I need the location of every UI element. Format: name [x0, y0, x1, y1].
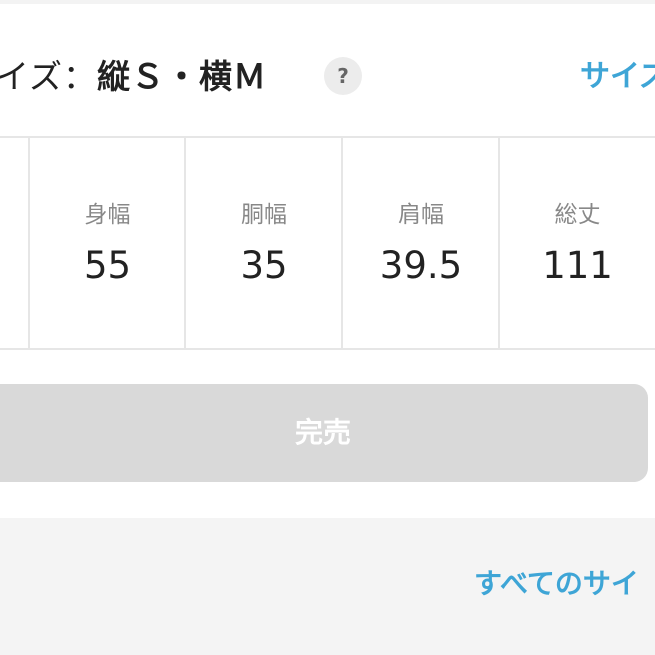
soldout-button[interactable]: 完売	[0, 384, 648, 482]
measurement-value: 35	[240, 244, 288, 287]
measurement-cell-partial	[0, 138, 28, 348]
size-value: 縦Ｓ・横Ｍ	[97, 57, 268, 96]
selected-size-heading: イズ：縦Ｓ・横Ｍ	[0, 52, 267, 102]
all-sizes-link[interactable]: すべてのサイ	[474, 562, 639, 606]
measurement-cell: 総丈 111	[498, 138, 655, 348]
measurement-value: 39.5	[379, 244, 463, 287]
measurement-name: 身幅	[84, 202, 131, 228]
measurement-name: 総丈	[554, 202, 601, 228]
measurement-table: 身幅 55 胴幅 35 肩幅 39.5 総丈 111	[0, 136, 655, 350]
size-label: イズ：	[0, 57, 98, 96]
measurement-name: 胴幅	[241, 202, 287, 228]
measurement-value: 55	[83, 244, 132, 287]
top-divider	[0, 0, 655, 4]
product-size-panel: イズ：縦Ｓ・横Ｍ ? サイズ 身幅 55 胴幅 35 肩幅 39.5 総丈 11…	[0, 0, 655, 655]
measurement-cell: 肩幅 39.5	[341, 138, 499, 348]
measurement-cell: 身幅 55	[28, 138, 185, 348]
measurement-name: 肩幅	[398, 202, 444, 228]
measurement-cell: 胴幅 35	[184, 138, 342, 348]
question-icon[interactable]: ?	[324, 57, 362, 95]
measurement-value: 111	[542, 244, 613, 287]
size-guide-link[interactable]: サイズ	[580, 52, 655, 102]
